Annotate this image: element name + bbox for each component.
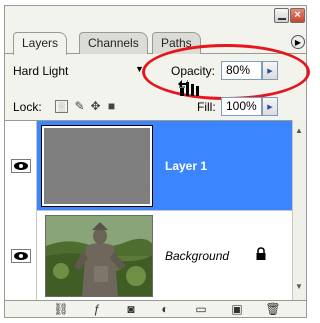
visibility-toggle[interactable] — [5, 211, 37, 301]
adjustment-layer-icon[interactable]: ◐ — [155, 302, 175, 316]
layer-name[interactable]: Background — [165, 249, 229, 263]
fill-label: Fill: — [197, 100, 216, 114]
layer-mask-icon[interactable]: ◙ — [121, 302, 141, 316]
eye-icon — [10, 159, 31, 173]
layers-panel: × Layers Channels Paths ▶ Hard Light ▼ O… — [4, 5, 310, 318]
fill-input[interactable]: 100% — [221, 97, 262, 116]
layer-row-background[interactable]: Background — [5, 211, 292, 301]
scroll-up-icon[interactable]: ▲ — [295, 126, 303, 135]
flyout-menu-icon: ▶ — [294, 37, 302, 47]
layer-name[interactable]: Layer 1 — [165, 159, 207, 173]
new-group-icon[interactable]: ▭ — [191, 302, 211, 316]
blend-mode-select[interactable]: Hard Light — [13, 62, 139, 80]
layer-style-icon[interactable]: ƒ — [87, 302, 107, 316]
fill-slider-button[interactable]: ▶ — [262, 97, 278, 116]
new-layer-icon[interactable]: ▣ — [227, 302, 247, 316]
layers-list: Layer 1 Background — [5, 120, 292, 301]
tab-channels[interactable]: Channels — [79, 32, 148, 54]
panel-menu-button[interactable]: ▶ — [291, 35, 305, 49]
minimize-icon — [277, 17, 286, 20]
lock-transparency-icon[interactable]: ░ — [55, 100, 68, 113]
minimize-button[interactable] — [274, 8, 289, 23]
highlight-ellipse — [142, 44, 310, 100]
layers-toolbar: ⛓ ƒ ◙ ◐ ▭ ▣ 🗑 — [5, 300, 306, 317]
lock-icon — [256, 247, 266, 260]
trash-icon[interactable]: 🗑 — [263, 302, 283, 316]
brush-icon[interactable]: ✎ — [73, 100, 86, 113]
scroll-down-icon[interactable]: ▼ — [295, 282, 303, 291]
eye-icon — [10, 249, 31, 263]
visibility-toggle[interactable] — [5, 121, 37, 211]
layers-scrollbar[interactable]: ▲ ▼ — [292, 120, 306, 300]
hand-cursor-icon — [178, 80, 199, 96]
tab-layers[interactable]: Layers — [13, 32, 68, 55]
layer-row-layer-1[interactable]: Layer 1 — [5, 121, 292, 211]
link-layers-icon[interactable]: ⛓ — [51, 302, 71, 316]
layer-thumbnail[interactable] — [41, 125, 153, 207]
lock-all-icon[interactable]: ■ — [105, 100, 118, 113]
lock-label: Lock: — [13, 100, 42, 114]
background-thumbnail-image[interactable] — [45, 215, 153, 297]
move-icon[interactable]: ✥ — [89, 100, 102, 113]
arrow-right-icon: ▶ — [267, 103, 273, 111]
close-button[interactable]: × — [290, 8, 305, 23]
close-icon: × — [294, 9, 301, 21]
